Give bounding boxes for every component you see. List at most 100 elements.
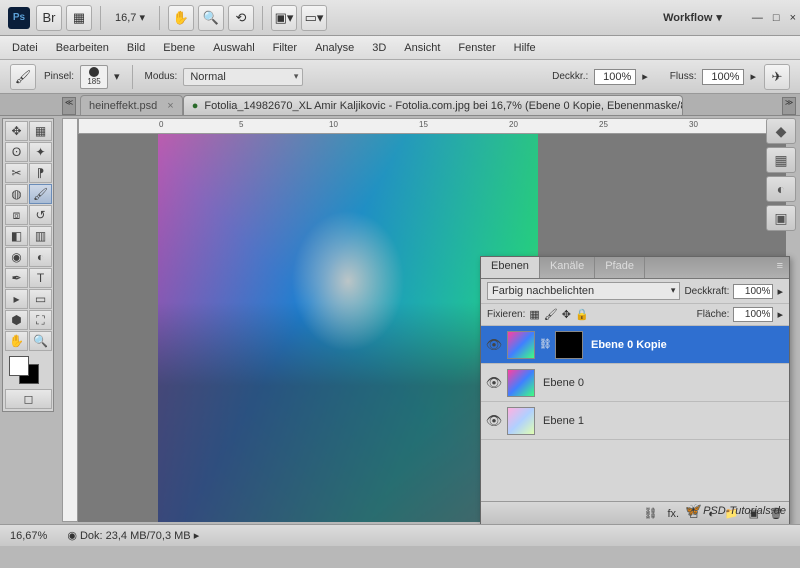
blur-tool[interactable]: ◉: [5, 247, 28, 267]
document-tab-active[interactable]: ●Fotolia_14982670_XL Amir Kaljikovic - F…: [183, 95, 683, 115]
history-brush-tool[interactable]: ↺: [29, 205, 52, 225]
lock-transparency-icon[interactable]: ▦: [529, 308, 539, 321]
flow-flyout-icon[interactable]: ▸: [750, 70, 756, 83]
screen-mode-button[interactable]: ▭▾: [301, 5, 327, 31]
lock-position-icon[interactable]: ✥: [562, 308, 571, 321]
tab-layers[interactable]: Ebenen: [481, 257, 540, 278]
layer-blend-mode-select[interactable]: Farbig nachbelichten: [487, 282, 680, 300]
menu-edit[interactable]: Bearbeiten: [56, 42, 109, 54]
tab-scroll-right[interactable]: ≫: [782, 97, 796, 115]
brush-picker[interactable]: 185: [80, 65, 108, 89]
tab-scroll-left[interactable]: ≪: [62, 97, 76, 115]
airbrush-button[interactable]: ✈: [764, 64, 790, 90]
3d-tool[interactable]: ⬢: [5, 310, 28, 330]
arrange-button[interactable]: ▣▾: [271, 5, 297, 31]
hand-tool[interactable]: ✋: [5, 331, 28, 351]
panel-icon-swatches[interactable]: ▦: [766, 147, 796, 173]
lock-pixels-icon[interactable]: 🖌: [544, 308, 558, 321]
link-layers-icon[interactable]: ⛓: [644, 507, 658, 520]
workspace-selector[interactable]: Workflow ▾: [653, 7, 732, 28]
visibility-toggle-icon[interactable]: 👁: [485, 412, 503, 430]
layer-thumbnail[interactable]: [507, 407, 535, 435]
opacity-slider-icon[interactable]: ▸: [777, 285, 783, 298]
panel-icon-layers[interactable]: ▣: [766, 205, 796, 231]
visibility-toggle-icon[interactable]: 👁: [485, 374, 503, 392]
rotate-view-button[interactable]: ⟲: [228, 5, 254, 31]
mask-thumbnail[interactable]: [555, 331, 583, 359]
menu-layer[interactable]: Ebene: [163, 42, 195, 54]
opacity-input[interactable]: [594, 69, 636, 85]
zoom-tool[interactable]: 🔍: [29, 331, 52, 351]
flow-input[interactable]: [702, 69, 744, 85]
layer-row[interactable]: 👁 ⛓ Ebene 0 Kopie: [481, 326, 789, 364]
blend-mode-select[interactable]: Normal: [183, 68, 303, 86]
menu-select[interactable]: Auswahl: [213, 42, 255, 54]
menu-file[interactable]: Datei: [12, 42, 38, 54]
menu-window[interactable]: Fenster: [458, 42, 495, 54]
dodge-tool[interactable]: ◐: [29, 247, 52, 267]
layer-name[interactable]: Ebene 0 Kopie: [591, 339, 667, 351]
zoom-tool-button[interactable]: 🔍: [198, 5, 224, 31]
gradient-tool[interactable]: ▥: [29, 226, 52, 246]
mode-label: Modus:: [145, 71, 178, 82]
fill-slider-icon[interactable]: ▸: [777, 308, 783, 321]
layer-thumbnail[interactable]: [507, 369, 535, 397]
tab-paths[interactable]: Pfade: [595, 257, 645, 278]
document-tab[interactable]: heineffekt.psd×: [80, 95, 183, 115]
layer-name[interactable]: Ebene 0: [543, 377, 584, 389]
color-swatches[interactable]: [5, 354, 52, 388]
launch-button[interactable]: ▦: [66, 5, 92, 31]
restore-button[interactable]: □: [773, 12, 780, 24]
heal-tool[interactable]: ◍: [5, 184, 28, 204]
menu-view[interactable]: Ansicht: [404, 42, 440, 54]
status-zoom[interactable]: 16,67%: [10, 530, 47, 542]
menu-image[interactable]: Bild: [127, 42, 145, 54]
move-tool[interactable]: ✥: [5, 121, 28, 141]
layer-opacity-input[interactable]: [733, 284, 773, 299]
panel-icon-color[interactable]: ◆: [766, 118, 796, 144]
panel-icon-adjustments[interactable]: ◐: [766, 176, 796, 202]
crop-tool[interactable]: ✂: [5, 163, 28, 183]
visibility-toggle-icon[interactable]: 👁: [485, 336, 503, 354]
close-tab-icon[interactable]: ×: [167, 100, 173, 112]
hand-tool-button[interactable]: ✋: [168, 5, 194, 31]
shape-tool[interactable]: ▭: [29, 289, 52, 309]
panel-menu-icon[interactable]: ≡: [771, 257, 789, 278]
close-button[interactable]: ×: [790, 12, 796, 24]
opacity-flyout-icon[interactable]: ▸: [642, 70, 648, 83]
layer-thumbnail[interactable]: [507, 331, 535, 359]
layer-name[interactable]: Ebene 1: [543, 415, 584, 427]
lasso-tool[interactable]: ʘ: [5, 142, 28, 162]
layer-opacity-label: Deckkraft:: [684, 286, 729, 297]
menu-3d[interactable]: 3D: [372, 42, 386, 54]
lock-all-icon[interactable]: 🔒: [575, 308, 589, 321]
layer-row[interactable]: 👁 Ebene 0: [481, 364, 789, 402]
brush-tool[interactable]: 🖌: [29, 184, 52, 204]
app-icon[interactable]: Ps: [8, 7, 30, 29]
tool-preset-button[interactable]: 🖌: [10, 64, 36, 90]
eyedropper-tool[interactable]: ⁋: [29, 163, 52, 183]
quickmask-button[interactable]: ◻: [5, 389, 52, 409]
layer-style-icon[interactable]: fx.: [668, 508, 680, 520]
menu-filter[interactable]: Filter: [273, 42, 297, 54]
pen-tool[interactable]: ✒: [5, 268, 28, 288]
eraser-tool[interactable]: ◧: [5, 226, 28, 246]
zoom-level-selector[interactable]: 16,7 ▾: [115, 11, 145, 24]
work-area: ✥ ▦ ʘ ✦ ✂ ⁋ ◍ 🖌 ⧈ ↺ ◧ ▥ ◉ ◐ ✒ T ▸ ▭ ⬢ ⛶ …: [0, 116, 800, 546]
wand-tool[interactable]: ✦: [29, 142, 52, 162]
type-tool[interactable]: T: [29, 268, 52, 288]
stamp-tool[interactable]: ⧈: [5, 205, 28, 225]
3d-cam-tool[interactable]: ⛶: [29, 310, 52, 330]
layer-fill-input[interactable]: [733, 307, 773, 322]
bridge-button[interactable]: Br: [36, 5, 62, 31]
layer-row[interactable]: 👁 Ebene 1: [481, 402, 789, 440]
tab-channels[interactable]: Kanäle: [540, 257, 595, 278]
status-doc-info[interactable]: ◉ Dok: 23,4 MB/70,3 MB ▸: [67, 529, 199, 542]
marquee-tool[interactable]: ▦: [29, 121, 52, 141]
menu-analysis[interactable]: Analyse: [315, 42, 354, 54]
mask-link-icon[interactable]: ⛓: [539, 339, 551, 350]
minimize-button[interactable]: —: [752, 12, 763, 24]
menu-help[interactable]: Hilfe: [514, 42, 536, 54]
foreground-color[interactable]: [9, 356, 29, 376]
path-select-tool[interactable]: ▸: [5, 289, 28, 309]
